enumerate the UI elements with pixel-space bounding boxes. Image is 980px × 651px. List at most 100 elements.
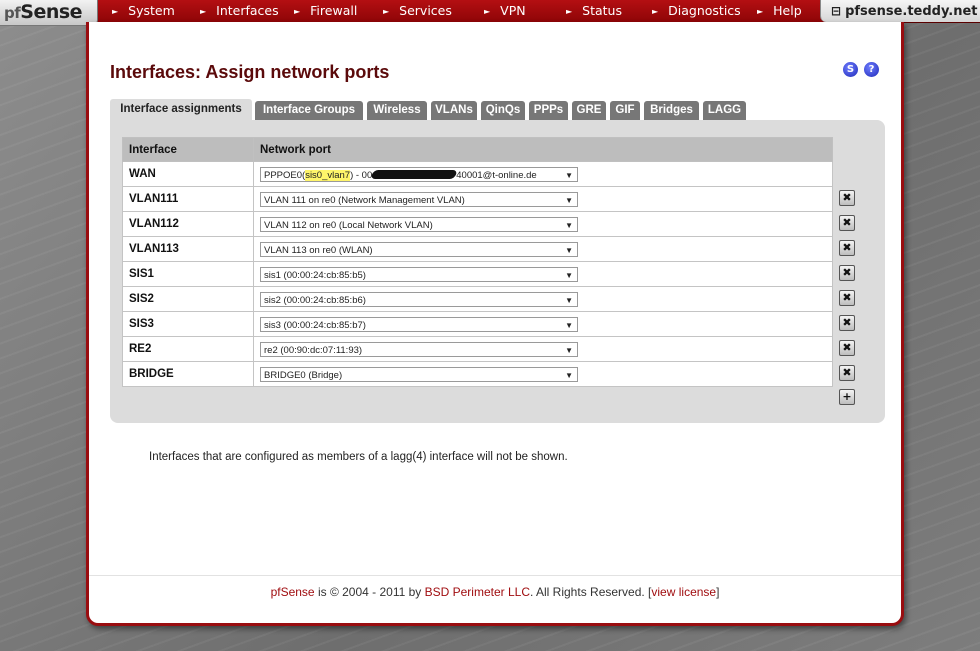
port-text: sis3 (00:00:24:cb:85:b7) xyxy=(264,319,366,331)
status-icon[interactable]: S xyxy=(843,62,858,77)
network-port-cell: sis3 (00:00:24:cb:85:b7) ▼ xyxy=(253,311,833,337)
menu-services-label: Services xyxy=(399,3,452,18)
footer-text: . All Rights Reserved. [ xyxy=(530,585,652,599)
footer-text: is © 2004 - 2011 by xyxy=(314,585,425,599)
menu-diagnostics[interactable]: ► Diagnostics xyxy=(652,0,741,22)
pfsense-logo[interactable]: pfSense xyxy=(0,0,98,26)
chevron-down-icon: ▼ xyxy=(565,295,573,305)
tab-wireless[interactable]: Wireless xyxy=(367,101,427,120)
menu-status-label: Status xyxy=(582,3,622,18)
interface-name: VLAN113 xyxy=(122,236,254,262)
view-license-link[interactable]: view license xyxy=(651,585,716,599)
redaction-scribble xyxy=(370,170,458,180)
tab-interface-assignments[interactable]: Interface assignments xyxy=(110,99,252,120)
add-interface-icon[interactable]: + xyxy=(839,389,855,405)
port-text: ) - 00 xyxy=(350,169,373,181)
menu-vpn[interactable]: ► VPN xyxy=(484,0,526,22)
menu-interfaces-label: Interfaces xyxy=(216,3,279,18)
column-header-network-port: Network port xyxy=(253,137,833,162)
table-header-row: Interface Network port xyxy=(122,137,833,162)
logo-text: Sense xyxy=(20,1,83,23)
port-text: sis1 (00:00:24:cb:85:b5) xyxy=(264,269,366,281)
network-port-cell: VLAN 113 on re0 (WLAN) ▼ xyxy=(253,236,833,262)
tab-gre[interactable]: GRE xyxy=(572,101,606,120)
network-port-select[interactable]: VLAN 112 on re0 (Local Network VLAN) ▼ xyxy=(260,216,578,232)
port-text: VLAN 112 on re0 (Local Network VLAN) xyxy=(264,219,433,231)
delete-interface-icon[interactable]: ✖ xyxy=(839,240,855,256)
network-port-select[interactable]: BRIDGE0 (Bridge) ▼ xyxy=(260,366,578,382)
chevron-down-icon: ▼ xyxy=(565,320,573,330)
footer: pfSense is © 2004 - 2011 by BSD Perimete… xyxy=(89,585,901,599)
menu-help[interactable]: ► Help xyxy=(757,0,802,22)
network-port-select[interactable]: sis1 (00:00:24:cb:85:b5) ▼ xyxy=(260,266,578,282)
interface-name: BRIDGE xyxy=(122,361,254,387)
delete-interface-icon[interactable]: ✖ xyxy=(839,290,855,306)
chevron-down-icon: ▼ xyxy=(565,270,573,280)
chevron-down-icon: ▼ xyxy=(565,220,573,230)
page-title: Interfaces: Assign network ports xyxy=(110,62,390,82)
menu-interfaces[interactable]: ► Interfaces xyxy=(200,0,279,22)
menu-status[interactable]: ► Status xyxy=(566,0,622,22)
table-row: VLAN111 VLAN 111 on re0 (Network Managem… xyxy=(122,186,833,212)
column-header-interface: Interface xyxy=(122,137,254,162)
network-port-cell: BRIDGE0 (Bridge) ▼ xyxy=(253,361,833,387)
network-port-cell: re2 (00:90:dc:07:11:93) ▼ xyxy=(253,336,833,362)
delete-interface-icon[interactable]: ✖ xyxy=(839,265,855,281)
network-port-select[interactable]: sis2 (00:00:24:cb:85:b6) ▼ xyxy=(260,291,578,307)
tab-vlans[interactable]: VLANs xyxy=(431,101,477,120)
table-row: BRIDGE BRIDGE0 (Bridge) ▼ xyxy=(122,361,833,387)
interface-name: WAN xyxy=(122,161,254,187)
network-port-cell: PPPOE0(sis0_vlan7) - 00 40001@t-online.de… xyxy=(253,161,833,187)
logo-prefix: pf xyxy=(4,4,21,22)
table-row: WAN PPPOE0(sis0_vlan7) - 00 40001@t-onlin… xyxy=(122,161,833,187)
menu-system-label: System xyxy=(128,3,175,18)
network-port-select[interactable]: re2 (00:90:dc:07:11:93) ▼ xyxy=(260,341,578,357)
port-text: VLAN 111 on re0 (Network Management VLAN… xyxy=(264,194,465,206)
menu-firewall-label: Firewall xyxy=(310,3,358,18)
tab-lagg[interactable]: LAGG xyxy=(703,101,746,120)
menu-diagnostics-label: Diagnostics xyxy=(668,3,741,18)
port-highlight-text: sis0_vlan7 xyxy=(305,169,351,181)
table-row: SIS2 sis2 (00:00:24:cb:85:b6) ▼ xyxy=(122,286,833,312)
table-row: SIS1 sis1 (00:00:24:cb:85:b5) ▼ xyxy=(122,261,833,287)
port-text: PPPOE0( xyxy=(264,169,306,181)
footer-text: ] xyxy=(716,585,720,599)
network-port-select[interactable]: PPPOE0(sis0_vlan7) - 00 40001@t-online.de… xyxy=(260,166,578,182)
network-port-cell: sis2 (00:00:24:cb:85:b6) ▼ xyxy=(253,286,833,312)
footer-product-link[interactable]: pfSense xyxy=(271,585,315,599)
tab-gif[interactable]: GIF xyxy=(610,101,640,120)
menu-vpn-label: VPN xyxy=(500,3,526,18)
interface-name: RE2 xyxy=(122,336,254,362)
delete-interface-icon[interactable]: ✖ xyxy=(839,315,855,331)
port-text: BRIDGE0 (Bridge) xyxy=(264,369,343,381)
network-port-select[interactable]: sis3 (00:00:24:cb:85:b7) ▼ xyxy=(260,316,578,332)
chevron-down-icon: ▼ xyxy=(565,345,573,355)
delete-interface-icon[interactable]: ✖ xyxy=(839,215,855,231)
chevron-down-icon: ▼ xyxy=(565,195,573,205)
lagg-note: Interfaces that are configured as member… xyxy=(149,451,568,463)
tab-interface-groups[interactable]: Interface Groups xyxy=(255,101,363,120)
interface-assignment-table: Interface Network port WAN PPPOE0(sis0_v… xyxy=(122,137,833,387)
footer-divider xyxy=(89,575,901,576)
interface-name: SIS3 xyxy=(122,311,254,337)
hostname: pfsense.teddy.net xyxy=(845,4,978,19)
help-icon[interactable]: ? xyxy=(864,62,879,77)
delete-interface-icon[interactable]: ✖ xyxy=(839,190,855,206)
menu-system[interactable]: ► System xyxy=(112,0,175,22)
chevron-down-icon: ▼ xyxy=(565,170,573,180)
chevron-down-icon: ▼ xyxy=(565,370,573,380)
delete-interface-icon[interactable]: ✖ xyxy=(839,365,855,381)
footer-company-link[interactable]: BSD Perimeter LLC xyxy=(425,585,530,599)
table-row: RE2 re2 (00:90:dc:07:11:93) ▼ xyxy=(122,336,833,362)
tab-ppps[interactable]: PPPs xyxy=(529,101,568,120)
menu-firewall[interactable]: ► Firewall xyxy=(294,0,357,22)
tab-bridges[interactable]: Bridges xyxy=(644,101,699,120)
port-text: sis2 (00:00:24:cb:85:b6) xyxy=(264,294,366,306)
network-port-select[interactable]: VLAN 111 on re0 (Network Management VLAN… xyxy=(260,191,578,207)
menu-services[interactable]: ► Services xyxy=(383,0,452,22)
delete-interface-icon[interactable]: ✖ xyxy=(839,340,855,356)
network-port-select[interactable]: VLAN 113 on re0 (WLAN) ▼ xyxy=(260,241,578,257)
interface-name: SIS1 xyxy=(122,261,254,287)
tab-qinqs[interactable]: QinQs xyxy=(481,101,525,120)
menu-help-label: Help xyxy=(773,3,802,18)
